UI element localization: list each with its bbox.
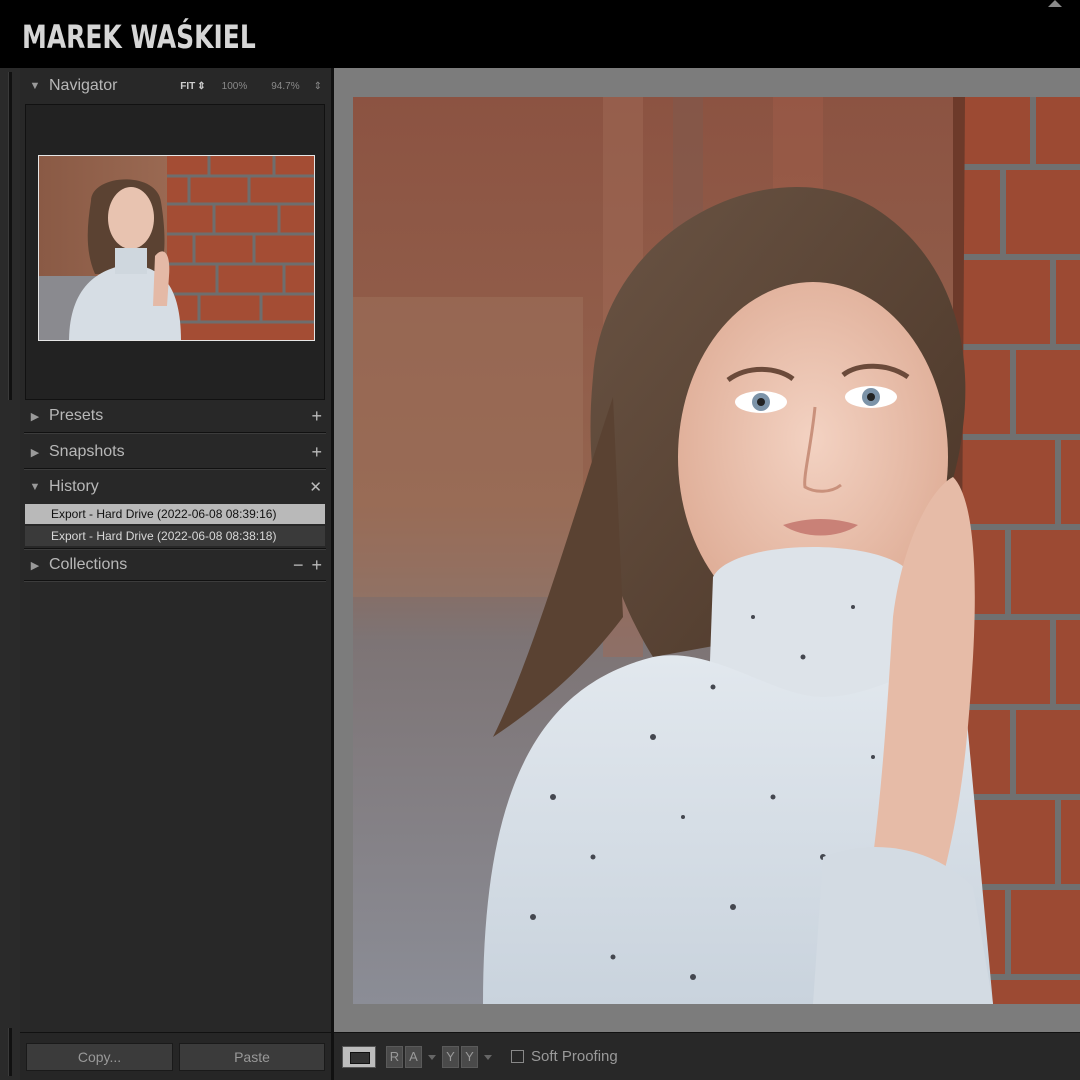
collections-title: Collections	[49, 556, 128, 573]
navigator-thumbnail[interactable]	[38, 155, 315, 341]
compare-ra-left[interactable]: R	[386, 1046, 403, 1068]
compare-yy-button[interactable]: Y Y	[442, 1046, 478, 1068]
snapshots-title: Snapshots	[49, 443, 125, 460]
caret-down-icon[interactable]	[428, 1055, 436, 1060]
paste-button[interactable]: Paste	[179, 1043, 325, 1071]
history-header[interactable]: ▼ History ✕	[24, 471, 326, 503]
remove-collection-minus-icon[interactable]: −	[293, 556, 304, 574]
compare-yy-right[interactable]: Y	[461, 1046, 478, 1068]
panel-toggle-up-icon[interactable]	[1048, 0, 1062, 7]
copy-paste-bar: Copy... Paste	[20, 1032, 331, 1080]
panel-divider	[24, 468, 326, 470]
navigator-preview[interactable]	[25, 104, 325, 400]
left-panel-edge[interactable]	[0, 68, 20, 1080]
copy-button[interactable]: Copy...	[26, 1043, 173, 1071]
navigator-header[interactable]: ▼ Navigator FIT ⇕ 100% 94.7% ⇕	[24, 70, 326, 102]
clear-history-close-icon[interactable]: ✕	[309, 478, 322, 496]
compare-yy-left[interactable]: Y	[442, 1046, 459, 1068]
collections-header[interactable]: ▶ Collections − +	[24, 549, 326, 581]
caret-down-icon[interactable]	[484, 1055, 492, 1060]
add-snapshot-plus-icon[interactable]: +	[311, 443, 322, 461]
main-photo[interactable]	[353, 97, 1080, 1004]
zoom-custom-option[interactable]: 94.7%	[271, 81, 299, 92]
panel-divider	[24, 580, 326, 582]
soft-proofing-label: Soft Proofing	[531, 1048, 618, 1065]
panel-edge-strip	[8, 1028, 12, 1076]
collapse-triangle-icon[interactable]: ▼	[24, 80, 46, 92]
thumbnail-photo	[39, 156, 314, 340]
left-panel: ▼ Navigator FIT ⇕ 100% 94.7% ⇕ ▶ Presets…	[20, 68, 331, 1032]
identity-bar: MAREK WAŚKIEL	[0, 0, 1080, 68]
updown-arrows-icon[interactable]: ⇕	[314, 81, 322, 92]
loupe-view-icon[interactable]	[342, 1046, 376, 1068]
presets-header[interactable]: ▶ Presets +	[24, 400, 326, 432]
presets-title: Presets	[49, 407, 104, 424]
zoom-fit-option[interactable]: FIT	[180, 81, 195, 92]
zoom-100-option[interactable]: 100%	[222, 81, 248, 92]
compare-ra-right[interactable]: A	[405, 1046, 422, 1068]
add-preset-plus-icon[interactable]: +	[311, 407, 322, 425]
history-title: History	[49, 478, 99, 495]
history-item[interactable]: Export - Hard Drive (2022-06-08 08:39:16…	[25, 504, 325, 524]
compare-ra-button[interactable]: R A	[386, 1046, 422, 1068]
bottom-toolbar: R A Y Y Soft Proofing	[334, 1032, 1080, 1080]
expand-triangle-icon[interactable]: ▶	[24, 559, 46, 572]
expand-triangle-icon[interactable]: ▶	[24, 446, 46, 459]
panel-divider	[24, 432, 326, 434]
portrait-photo	[353, 97, 1080, 1004]
soft-proofing-checkbox[interactable]	[511, 1050, 524, 1063]
add-collection-plus-icon[interactable]: +	[311, 556, 322, 574]
expand-triangle-icon[interactable]: ▶	[24, 410, 46, 423]
image-viewer[interactable]	[334, 68, 1080, 1032]
panel-edge-strip	[8, 72, 12, 400]
navigator-title: Navigator	[49, 77, 118, 94]
history-item[interactable]: Export - Hard Drive (2022-06-08 08:38:18…	[25, 526, 325, 546]
snapshots-header[interactable]: ▶ Snapshots +	[24, 436, 326, 468]
identity-plate: MAREK WAŚKIEL	[22, 18, 256, 56]
collapse-triangle-icon[interactable]: ▼	[24, 481, 46, 493]
updown-arrows-icon[interactable]: ⇕	[197, 81, 205, 92]
